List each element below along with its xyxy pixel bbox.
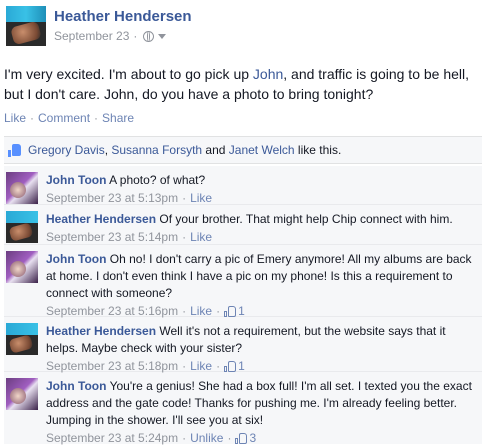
comment: Heather Hendersen Well it's not a requir… <box>4 317 482 375</box>
commenter-avatar[interactable] <box>6 211 38 243</box>
comment-text: You're a genius! She had a box full! I'm… <box>46 379 472 427</box>
post-date[interactable]: September 23 <box>54 29 129 43</box>
post-header: Heather Hendersen September 23 · <box>4 0 482 50</box>
likes-suffix: like this. <box>294 143 342 157</box>
thumbs-up-icon <box>224 306 237 317</box>
commenter-avatar[interactable] <box>6 378 38 410</box>
meta-dot: · <box>216 304 221 318</box>
comment-body: John Toon You're a genius! She had a box… <box>46 378 482 447</box>
comment-time[interactable]: September 23 at 5:13pm <box>46 190 178 207</box>
meta-dot: · <box>182 191 187 205</box>
comment-time[interactable]: September 23 at 5:16pm <box>46 303 178 320</box>
comment-like-link[interactable]: Like <box>190 358 212 375</box>
comment-like-number: 1 <box>238 359 245 373</box>
comment: Heather Hendersen Of your brother. That … <box>4 205 482 245</box>
meta-dot: · <box>182 304 187 318</box>
commenter-avatar[interactable] <box>6 172 38 204</box>
post-actions: Like · Comment · Share <box>4 110 482 126</box>
post-text: I'm very excited. I'm about to go pick u… <box>4 64 482 104</box>
comment-like-link[interactable]: Like <box>190 190 212 207</box>
comment-list: John Toon A photo? of what? September 23… <box>4 166 482 447</box>
comment-body: John Toon Oh no! I don't carry a pic of … <box>46 251 482 320</box>
comment-unlike-link[interactable]: Unlike <box>190 430 223 447</box>
comment-like-number: 3 <box>249 431 257 445</box>
comment-body: John Toon A photo? of what? September 23… <box>46 172 482 207</box>
comment-time[interactable]: September 23 at 5:24pm <box>46 430 178 447</box>
comment-link[interactable]: Comment <box>38 111 90 125</box>
globe-icon <box>143 30 155 42</box>
action-separator: · <box>94 111 99 125</box>
comment-author[interactable]: Heather Hendersen <box>46 324 156 338</box>
commenter-avatar[interactable] <box>6 251 38 283</box>
comment-body: Heather Hendersen Well it's not a requir… <box>46 323 482 375</box>
comment-meta: September 23 at 5:13pm · Like <box>46 190 478 207</box>
comment-meta: September 23 at 5:16pm · Like · 1 <box>46 303 478 320</box>
comment: John Toon A photo? of what? September 23… <box>4 166 482 205</box>
comment: John Toon You're a genius! She had a box… <box>4 372 482 447</box>
comment-like-link[interactable]: Like <box>190 303 212 320</box>
meta-dot: · <box>133 29 138 43</box>
comment-author[interactable]: John Toon <box>46 173 106 187</box>
liker-name[interactable]: Susanna Forsyth <box>111 143 202 157</box>
comment-text: A photo? of what? <box>109 173 206 187</box>
thumbs-up-icon <box>235 433 248 444</box>
thumbs-up-icon <box>8 143 22 157</box>
meta-dot: · <box>227 431 232 445</box>
post-text-mention[interactable]: John <box>253 66 283 82</box>
post-meta: September 23 · <box>54 29 192 43</box>
meta-dot: · <box>182 359 187 373</box>
comment-like-link[interactable]: Like <box>190 229 212 246</box>
author-avatar[interactable] <box>6 6 46 46</box>
meta-dot: · <box>182 431 187 445</box>
comment-meta: September 23 at 5:24pm · Unlike · 3 <box>46 430 478 447</box>
comment-like-count[interactable]: 1 <box>224 303 245 320</box>
comment-meta: September 23 at 5:18pm · Like · 1 <box>46 358 478 375</box>
comment-author[interactable]: Heather Hendersen <box>46 212 156 226</box>
meta-dot: · <box>216 359 221 373</box>
meta-dot: · <box>182 230 187 244</box>
commenter-avatar[interactable] <box>6 323 38 355</box>
liker-and: and <box>202 143 229 157</box>
comment-meta: September 23 at 5:14pm · Like <box>46 229 478 246</box>
comment: John Toon Oh no! I don't carry a pic of … <box>4 245 482 320</box>
facebook-post: Heather Hendersen September 23 · I'm ver… <box>0 0 486 445</box>
comment-like-count[interactable]: 1 <box>224 358 245 375</box>
comment-text: Oh no! I don't carry a pic of Emery anym… <box>46 252 472 300</box>
liker-name[interactable]: Gregory Davis <box>28 143 105 157</box>
liker-comma: , <box>104 143 112 157</box>
comment-author[interactable]: John Toon <box>46 379 106 393</box>
action-separator: · <box>30 111 35 125</box>
likes-summary: Gregory Davis, Susanna Forsyth and Janet… <box>4 136 482 164</box>
post-text-before: I'm very excited. I'm about to go pick u… <box>4 66 253 82</box>
thumbs-up-icon <box>224 361 237 372</box>
post-header-text: Heather Hendersen September 23 · <box>54 6 192 43</box>
like-link[interactable]: Like <box>4 111 26 125</box>
comment-author[interactable]: John Toon <box>46 252 106 266</box>
comment-time[interactable]: September 23 at 5:18pm <box>46 358 178 375</box>
post-author-name[interactable]: Heather Hendersen <box>54 8 192 26</box>
comment-body: Heather Hendersen Of your brother. That … <box>46 211 482 246</box>
comment-time[interactable]: September 23 at 5:14pm <box>46 229 178 246</box>
liker-name[interactable]: Janet Welch <box>229 143 295 157</box>
share-link[interactable]: Share <box>102 111 134 125</box>
chevron-down-icon[interactable] <box>158 33 167 39</box>
comment-like-count[interactable]: 3 <box>235 430 256 447</box>
comment-text: Of your brother. That might help Chip co… <box>159 212 453 226</box>
comment-like-number: 1 <box>238 304 245 318</box>
